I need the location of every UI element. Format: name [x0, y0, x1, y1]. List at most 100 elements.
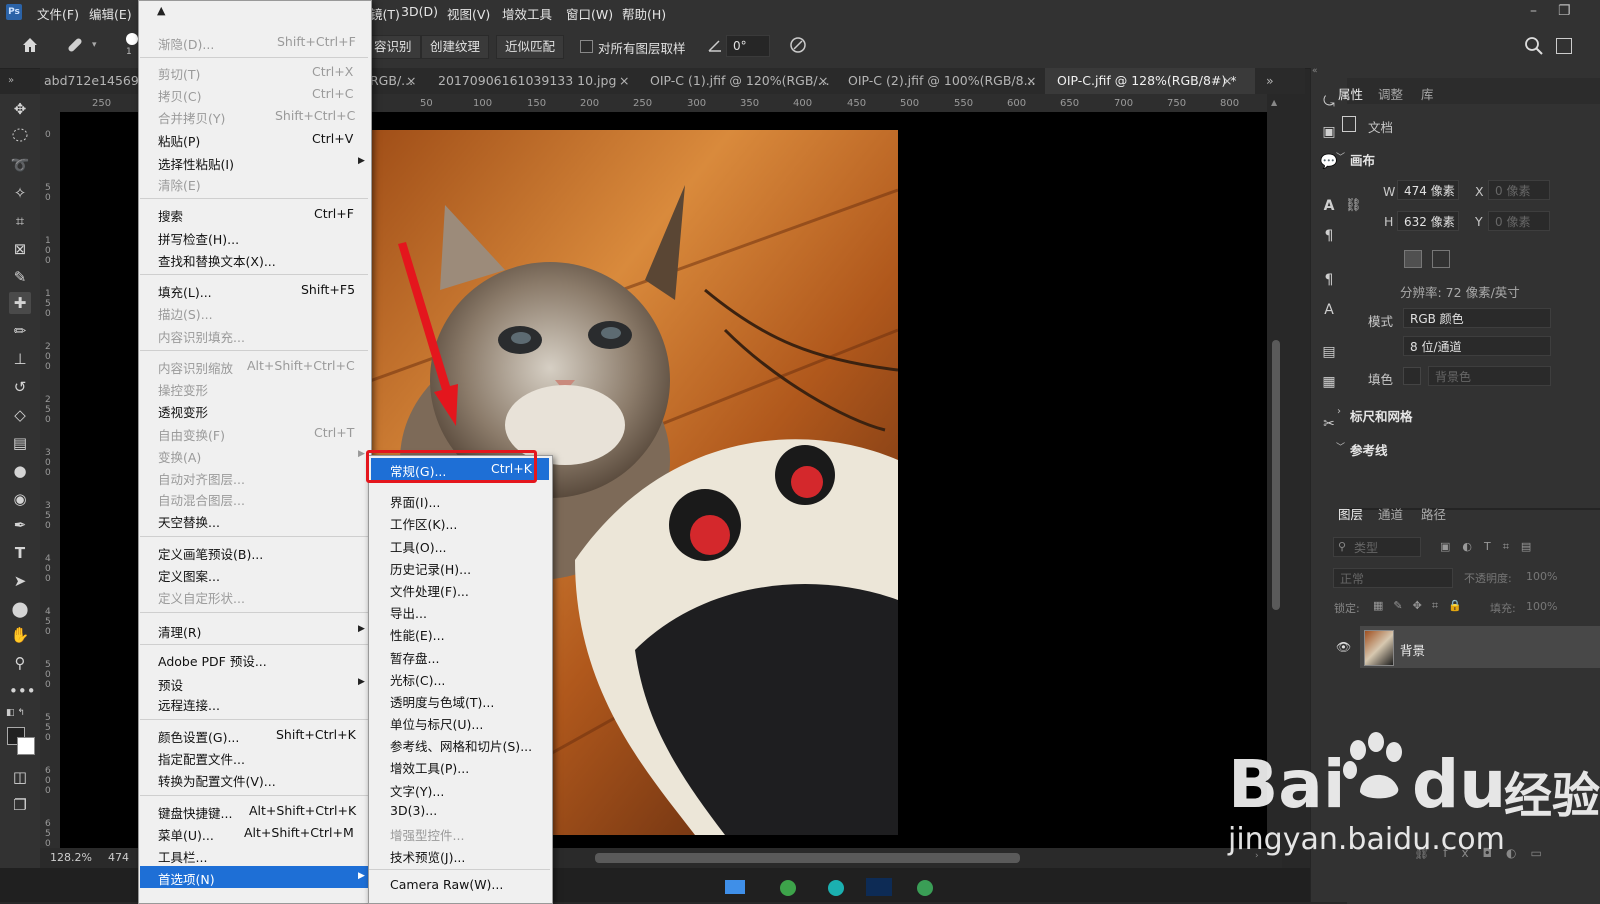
- ellipse-tool-icon[interactable]: ⬤: [9, 598, 31, 620]
- close-icon[interactable]: ×: [619, 68, 629, 94]
- menu-item-purge[interactable]: 清理(R): [158, 622, 201, 641]
- submenu-item-camera-raw[interactable]: Camera Raw(W)...: [390, 877, 503, 892]
- menu-file[interactable]: 文件(F): [37, 4, 79, 23]
- submenu-item-cursors[interactable]: 光标(C)...: [390, 670, 445, 689]
- menu-item-remote-connect[interactable]: 远程连接...: [158, 695, 220, 714]
- tab-adjustments[interactable]: 调整: [1378, 84, 1403, 103]
- menu-item-free-transform[interactable]: 自由变换(F): [158, 425, 225, 444]
- move-tool-icon[interactable]: ✥: [9, 98, 31, 120]
- taskbar-app-icon[interactable]: [780, 880, 796, 896]
- canvas-y-input[interactable]: 0 像素: [1488, 211, 1550, 231]
- chevron-down-icon[interactable]: ﹀: [1336, 440, 1345, 453]
- taskbar-app-icon[interactable]: [828, 880, 844, 896]
- menu-item-keyboard-shortcuts[interactable]: 键盘快捷键...: [158, 803, 232, 822]
- submenu-item-guides-grid[interactable]: 参考线、网格和切片(S)...: [390, 736, 532, 755]
- submenu-item-file-handling[interactable]: 文件处理(F)...: [390, 581, 469, 600]
- content-aware-button[interactable]: 容识别: [366, 35, 421, 59]
- home-icon[interactable]: [20, 35, 40, 55]
- minimize-icon[interactable]: –: [1530, 3, 1537, 19]
- menu-item-search[interactable]: 搜索: [158, 206, 183, 225]
- submenu-item-general[interactable]: 常规(G)...: [390, 461, 446, 480]
- color-mode-select[interactable]: RGB 颜色: [1403, 308, 1551, 328]
- menu-filter[interactable]: 镜(T): [370, 4, 400, 23]
- submenu-item-transparency[interactable]: 透明度与色域(T)...: [390, 692, 494, 711]
- menu-item-auto-blend[interactable]: 自动混合图层...: [158, 490, 245, 509]
- brush-tool-icon[interactable]: ✏: [9, 320, 31, 342]
- layer-filter-icons[interactable]: ▣◐T⌗▤: [1440, 540, 1543, 554]
- canvas-width-input[interactable]: 474 像素: [1397, 180, 1459, 200]
- zoom-tool-icon[interactable]: ⚲: [9, 652, 31, 674]
- tab-properties[interactable]: 属性: [1338, 84, 1363, 103]
- fill-value[interactable]: 100%: [1526, 600, 1557, 613]
- menu-plugins[interactable]: 增效工具: [502, 4, 552, 23]
- canvas-section-title[interactable]: 画布: [1350, 150, 1375, 169]
- submenu-item-enhanced-controls[interactable]: 增强型控件...: [390, 825, 464, 844]
- character-panel-icon[interactable]: A: [1319, 196, 1339, 216]
- collapse-icon[interactable]: «: [1312, 66, 1318, 76]
- menu-item-copy[interactable]: 拷贝(C): [158, 86, 201, 105]
- blend-mode-select[interactable]: 正常: [1333, 568, 1453, 588]
- history-panel-icon[interactable]: ⤿: [1319, 92, 1339, 112]
- landscape-orientation-icon[interactable]: [1432, 250, 1450, 268]
- close-icon[interactable]: ×: [1026, 68, 1036, 94]
- menu-3d[interactable]: 3D(D): [401, 4, 438, 19]
- tab-doc-3[interactable]: 20170906161039133 10.jpg: [438, 68, 616, 94]
- submenu-item-performance[interactable]: 性能(E)...: [390, 625, 445, 644]
- windows-start-icon[interactable]: [725, 880, 745, 894]
- marquee-tool-icon[interactable]: [9, 126, 31, 148]
- menu-item-menus[interactable]: 菜单(U)...: [158, 825, 214, 844]
- submenu-item-interface[interactable]: 界面(I)...: [390, 492, 440, 511]
- menu-item-color-settings[interactable]: 颜色设置(G)...: [158, 727, 239, 746]
- magic-wand-tool-icon[interactable]: ✧: [9, 182, 31, 204]
- taskbar-photoshop-icon[interactable]: [866, 878, 892, 896]
- menu-item-fade[interactable]: 渐隐(D)...: [158, 34, 214, 53]
- gradient-tool-icon[interactable]: ▤: [9, 432, 31, 454]
- clone-stamp-tool-icon[interactable]: ⊥: [9, 348, 31, 370]
- angle-input[interactable]: 0°: [726, 35, 770, 57]
- default-colors-icon[interactable]: ◧ ↰: [6, 708, 25, 718]
- menu-item-find-replace[interactable]: 查找和替换文本(X)...: [158, 251, 276, 270]
- menu-item-copy-merged[interactable]: 合并拷贝(Y): [158, 108, 225, 127]
- background-color-swatch[interactable]: [17, 737, 35, 755]
- menu-item-preferences[interactable]: 首选项(N): [158, 869, 215, 888]
- notes-panel-icon[interactable]: ▦: [1319, 372, 1339, 392]
- pen-tool-icon[interactable]: ✒: [9, 514, 31, 536]
- collapse-icon[interactable]: »: [8, 68, 14, 94]
- path-selection-tool-icon[interactable]: ➤: [9, 570, 31, 592]
- paragraph-styles-icon[interactable]: ¶: [1319, 270, 1339, 290]
- layer-row-background[interactable]: [1360, 626, 1600, 668]
- tool-presets-icon[interactable]: ✂: [1319, 414, 1339, 434]
- menu-edit[interactable]: 编辑(E): [89, 4, 132, 23]
- eraser-tool-icon[interactable]: ◇: [9, 404, 31, 426]
- pressure-icon[interactable]: [788, 35, 808, 55]
- menu-item-presets[interactable]: 预设: [158, 675, 183, 694]
- submenu-item-export[interactable]: 导出...: [390, 603, 427, 622]
- tabs-overflow-icon[interactable]: »: [1266, 68, 1274, 94]
- menu-item-sky-replace[interactable]: 天空替换...: [158, 512, 220, 531]
- submenu-item-type[interactable]: 文字(Y)...: [390, 781, 444, 800]
- character-styles-icon[interactable]: A: [1319, 300, 1339, 320]
- blur-tool-icon[interactable]: ●: [9, 460, 31, 482]
- vertical-scroll-thumb[interactable]: [1272, 340, 1280, 610]
- menu-item-define-brush[interactable]: 定义画笔预设(B)...: [158, 544, 263, 563]
- scroll-up-icon[interactable]: ▲: [157, 4, 165, 17]
- screen-mode-icon[interactable]: ❐: [9, 794, 31, 816]
- zoom-level[interactable]: 128.2%: [50, 851, 92, 864]
- menu-item-content-aware-scale[interactable]: 内容识别缩放: [158, 358, 233, 377]
- eyedropper-tool-icon[interactable]: ✎: [9, 266, 31, 288]
- horizontal-scroll-thumb[interactable]: [595, 853, 1020, 863]
- eye-icon[interactable]: 👁: [1336, 640, 1351, 654]
- chevron-down-icon[interactable]: ﹀: [1336, 150, 1345, 163]
- chevron-right-icon[interactable]: ›: [1337, 406, 1341, 417]
- tab-doc-4[interactable]: OIP-C (1).jfif @ 120%(RGB/...: [650, 68, 830, 94]
- guides-section[interactable]: 参考线: [1350, 440, 1388, 459]
- submenu-item-3d[interactable]: 3D(3)...: [390, 803, 437, 818]
- workspace-icon[interactable]: [1556, 38, 1572, 54]
- tab-doc-5[interactable]: OIP-C (2).jfif @ 100%(RGB/8...: [848, 68, 1036, 94]
- close-icon[interactable]: ×: [818, 68, 828, 94]
- actions-panel-icon[interactable]: ▣: [1319, 122, 1339, 142]
- submenu-item-workspace[interactable]: 工作区(K)...: [390, 514, 457, 533]
- type-tool-icon[interactable]: T: [9, 542, 31, 564]
- menu-item-content-aware-fill[interactable]: 内容识别填充...: [158, 327, 245, 346]
- menu-item-define-pattern[interactable]: 定义图案...: [158, 566, 220, 585]
